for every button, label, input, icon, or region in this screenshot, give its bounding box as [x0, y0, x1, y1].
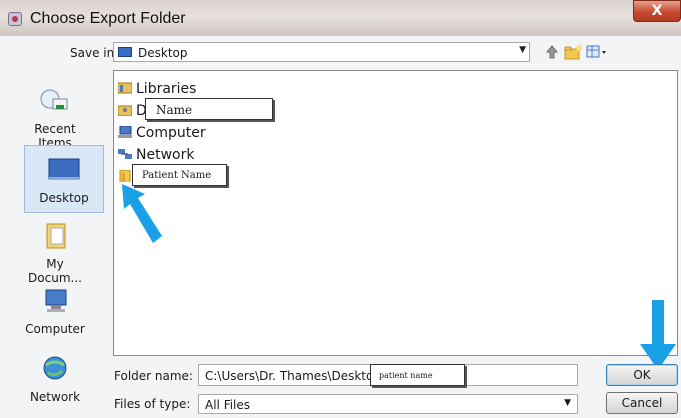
list-item-label: Computer — [136, 125, 206, 141]
ok-button[interactable]: OK — [606, 364, 678, 386]
name-callout: Name — [145, 98, 273, 120]
place-label: Network — [29, 390, 81, 404]
chevron-down-icon[interactable]: ▼ — [519, 45, 526, 55]
user-folder-icon — [118, 105, 132, 116]
cancel-button[interactable]: Cancel — [606, 392, 678, 414]
desktop-folder-icon — [118, 47, 132, 57]
network-icon — [118, 149, 132, 159]
view-menu-icon[interactable] — [586, 44, 608, 60]
place-recent-items[interactable]: Recent Items — [20, 87, 90, 150]
place-computer[interactable]: Computer — [20, 287, 90, 336]
list-item-label: Libraries — [136, 81, 197, 97]
place-label: Computer — [25, 322, 85, 336]
callout-text: patient name — [379, 371, 433, 380]
cancel-button-label: Cancel — [621, 396, 663, 410]
callout-text: Name — [156, 103, 193, 117]
list-item-computer[interactable]: Computer — [118, 125, 206, 141]
ok-button-label: OK — [633, 368, 651, 382]
new-folder-icon[interactable] — [564, 44, 582, 60]
my-documents-icon — [46, 223, 66, 249]
folder-name-value: C:\Users\Dr. Thames\Desktop — [205, 369, 381, 383]
up-folder-icon[interactable] — [545, 44, 559, 60]
close-button[interactable]: X — [633, 0, 681, 22]
place-desktop[interactable]: Desktop — [24, 145, 104, 213]
annotation-arrow-icon — [640, 300, 676, 370]
files-of-type-value: All Files — [205, 398, 251, 412]
list-item-label: Network — [136, 147, 195, 163]
save-in-label: Save in: — [70, 46, 119, 60]
place-network[interactable]: Network — [20, 355, 90, 404]
files-of-type-dropdown[interactable]: All Files ▼ — [198, 394, 578, 414]
save-in-value: Desktop — [138, 46, 188, 60]
place-label: My Docum... — [28, 257, 82, 285]
chevron-down-icon[interactable]: ▼ — [564, 398, 571, 408]
list-item-user[interactable]: D — [118, 103, 147, 119]
files-of-type-label: Files of type: — [114, 397, 191, 411]
libraries-icon — [118, 82, 132, 94]
places-sidebar: Recent Items Desktop My Docum... Compute… — [0, 70, 105, 418]
place-my-documents[interactable]: My Docum... — [20, 222, 90, 285]
export-folder-dialog: Choose Export Folder X Save in: Desktop … — [0, 0, 681, 418]
save-in-dropdown[interactable]: Desktop ▼ — [113, 42, 530, 62]
recent-items-icon — [40, 89, 68, 110]
list-item-libraries[interactable]: Libraries — [118, 81, 196, 97]
place-label: Desktop — [39, 191, 89, 205]
app-icon — [8, 12, 22, 26]
computer-icon — [118, 126, 132, 138]
dialog-title: Choose Export Folder — [30, 10, 186, 27]
computer-icon — [45, 289, 67, 312]
list-item-network[interactable]: Network — [118, 147, 194, 163]
patient-name-field-callout: patient name — [370, 364, 465, 386]
annotation-arrow-icon — [122, 184, 162, 243]
close-icon: X — [651, 3, 663, 19]
title-bar[interactable]: Choose Export Folder X — [0, 0, 681, 36]
folder-name-label: Folder name: — [114, 369, 193, 383]
network-icon — [43, 356, 67, 380]
desktop-icon — [48, 158, 80, 180]
